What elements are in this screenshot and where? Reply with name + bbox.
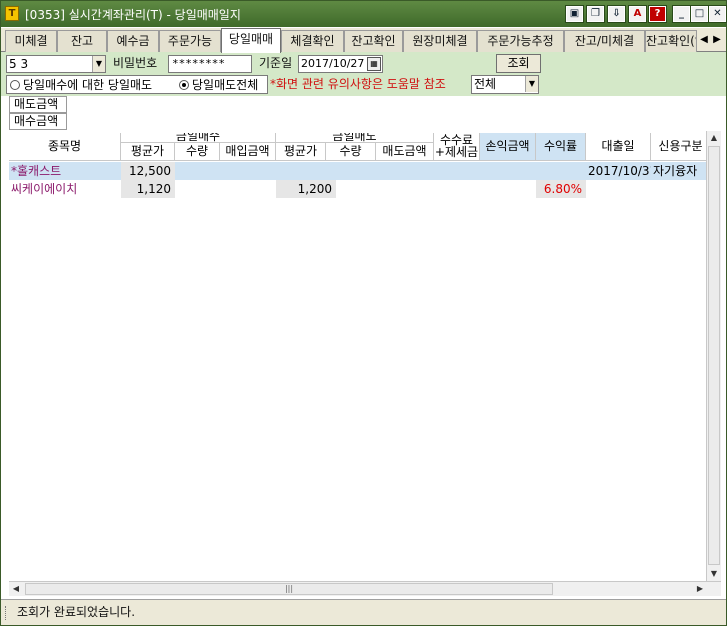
tab-balance-check-up[interactable]: 잔고확인(업: [645, 30, 697, 52]
password-label: 비밀번호: [113, 56, 158, 70]
vertical-scrollbar[interactable]: ▲ ▼: [706, 131, 721, 581]
save-icon[interactable]: ⇩: [607, 5, 626, 23]
tab-daily-trade[interactable]: 당일매매: [221, 28, 281, 53]
tab-orderable[interactable]: 주문가능: [159, 30, 221, 52]
radio-same-day-buy-sell[interactable]: 당일매수에 대한 당일매도: [10, 78, 152, 93]
summary-panel: 매도금액 매수금액: [9, 96, 548, 130]
cell-return: 6.80%: [536, 180, 586, 198]
window-title: [0353] 실시간계좌관리(T) - 당일매매일지: [25, 8, 241, 22]
help-notice: *화면 관련 유의사항은 도움말 참조: [270, 77, 446, 91]
header-loan-date[interactable]: 대출일: [586, 133, 651, 161]
tab-orderable-estimate[interactable]: 주문가능추정: [477, 30, 564, 52]
scroll-left-icon[interactable]: ◀: [9, 582, 23, 596]
tab-balance-unfilled[interactable]: 잔고/미체결: [564, 30, 645, 52]
title-bar[interactable]: T [0353] 실시간계좌관리(T) - 당일매매일지 ▣ ❐ ⇩ A ? _…: [1, 1, 727, 27]
cell-stock-name: 씨케이에이치: [11, 182, 78, 196]
account-value: 5 3: [9, 57, 29, 71]
header-stock-name[interactable]: 종목명: [9, 133, 121, 161]
buy-amount-label: 매수금액: [9, 113, 67, 130]
scroll-down-icon[interactable]: ▼: [707, 567, 721, 581]
cell-credit-type: 자기융자: [653, 164, 698, 178]
base-date-label: 기준일: [259, 56, 293, 70]
radio-same-day-buy-sell-label: 당일매수에 대한 당일매도: [23, 78, 153, 92]
font-icon[interactable]: A: [628, 5, 647, 23]
scroll-right-icon[interactable]: ▶: [693, 582, 707, 596]
radio-all-sell[interactable]: 당일매도전체: [179, 78, 258, 93]
radio-all-sell-label: 당일매도전체: [192, 78, 259, 92]
window-icon[interactable]: ❐: [586, 5, 605, 23]
header-fee-line2: +제세금: [434, 145, 479, 159]
chevron-down-icon[interactable]: ▼: [525, 76, 538, 92]
cell-buy-avg: 12,500: [121, 162, 175, 180]
header-sell-qty[interactable]: 수량: [326, 143, 376, 161]
header-buy-amount[interactable]: 매입금액: [220, 143, 276, 161]
application-window: T [0353] 실시간계좌관리(T) - 당일매매일지 ▣ ❐ ⇩ A ? _…: [0, 0, 727, 626]
table-row[interactable]: *홀캐스트 12,500 2017/10/31 자기융자: [9, 162, 706, 180]
help-icon[interactable]: ?: [648, 5, 667, 23]
status-bar: 조회가 완료되었습니다.: [1, 599, 726, 625]
cell-loan-date: 2017/10/31: [588, 164, 651, 178]
table-row[interactable]: 씨케이에이치 1,120 1,200 6.80%: [9, 180, 706, 198]
password-field[interactable]: ********: [168, 55, 252, 73]
account-select[interactable]: 5 3 ▼: [6, 55, 106, 73]
radio-selected-icon: [179, 80, 189, 90]
sell-amount-row: 매도금액: [9, 96, 548, 113]
header-buy-qty[interactable]: 수량: [175, 143, 220, 161]
header-sell-avg[interactable]: 평균가: [276, 143, 326, 161]
sell-mode-radio-group: 당일매수에 대한 당일매도 당일매도전체: [6, 75, 268, 94]
tab-ledger-unfilled[interactable]: 원장미체결: [403, 30, 477, 52]
cell-stock-name: *홀캐스트: [11, 164, 62, 178]
tab-bar: 미체결 잔고 예수금 주문가능 당일매매 체결확인 잔고확인 원장미체결 주문가…: [1, 28, 726, 53]
tab-prev-icon[interactable]: ◀: [698, 30, 710, 50]
header-pnl[interactable]: 손익금액: [480, 133, 536, 161]
query-button[interactable]: 조회: [496, 54, 541, 73]
header-credit-type[interactable]: 신용구분: [651, 133, 706, 161]
tab-balance-check[interactable]: 잔고확인: [344, 30, 403, 52]
tab-deposit[interactable]: 예수금: [107, 30, 159, 52]
grip-icon: [5, 606, 9, 620]
status-message: 조회가 완료되었습니다.: [17, 605, 136, 619]
filter-value: 전체: [474, 77, 497, 91]
buy-amount-row: 매수금액: [9, 113, 548, 130]
query-control-row: 5 3 ▼ 비밀번호 ******** 기준일 2017/10/27 ▦ 조회: [1, 52, 726, 74]
app-icon: T: [5, 6, 19, 21]
tab-balance[interactable]: 잔고: [57, 30, 107, 52]
header-buy-avg[interactable]: 평균가: [121, 143, 175, 161]
tab-next-icon[interactable]: ▶: [711, 30, 723, 50]
minimize-icon[interactable]: _: [672, 5, 691, 23]
scroll-up-icon[interactable]: ▲: [707, 131, 721, 145]
radio-unselected-icon: [10, 80, 20, 90]
tab-unfilled[interactable]: 미체결: [5, 30, 57, 52]
trade-grid[interactable]: 종목명 금일매수 금일매도 평균가 수량 매입금액 평균가 수량 매도금액 수수…: [9, 133, 706, 581]
close-icon[interactable]: ✕: [708, 5, 727, 23]
chevron-down-icon[interactable]: ▼: [92, 56, 105, 72]
filter-select[interactable]: 전체 ▼: [471, 75, 539, 94]
header-fee-tax[interactable]: 수수료 +제세금: [434, 133, 480, 161]
header-group-sell: 금일매도: [276, 133, 434, 143]
calendar-icon[interactable]: ▦: [367, 57, 381, 71]
header-return[interactable]: 수익률: [536, 133, 586, 161]
cell-sell-avg: 1,200: [276, 180, 336, 198]
layout-icon[interactable]: ▣: [565, 5, 584, 23]
header-sell-amount[interactable]: 매도금액: [376, 143, 434, 161]
base-date-field[interactable]: 2017/10/27 ▦: [298, 55, 383, 73]
base-date-value: 2017/10/27: [301, 57, 365, 70]
filter-control-row: 당일매수에 대한 당일매도 당일매도전체 *화면 관련 유의사항은 도움말 참조…: [1, 74, 726, 96]
tab-execution-check[interactable]: 체결확인: [281, 30, 344, 52]
header-group-buy: 금일매수: [121, 133, 276, 143]
cell-buy-avg: 1,120: [121, 180, 175, 198]
sell-amount-label: 매도금액: [9, 96, 67, 113]
horizontal-scrollbar[interactable]: ◀ ||| ▶: [9, 581, 721, 596]
vertical-scroll-thumb[interactable]: [708, 146, 720, 565]
horizontal-scroll-thumb[interactable]: |||: [25, 583, 553, 595]
maximize-icon[interactable]: □: [690, 5, 709, 23]
